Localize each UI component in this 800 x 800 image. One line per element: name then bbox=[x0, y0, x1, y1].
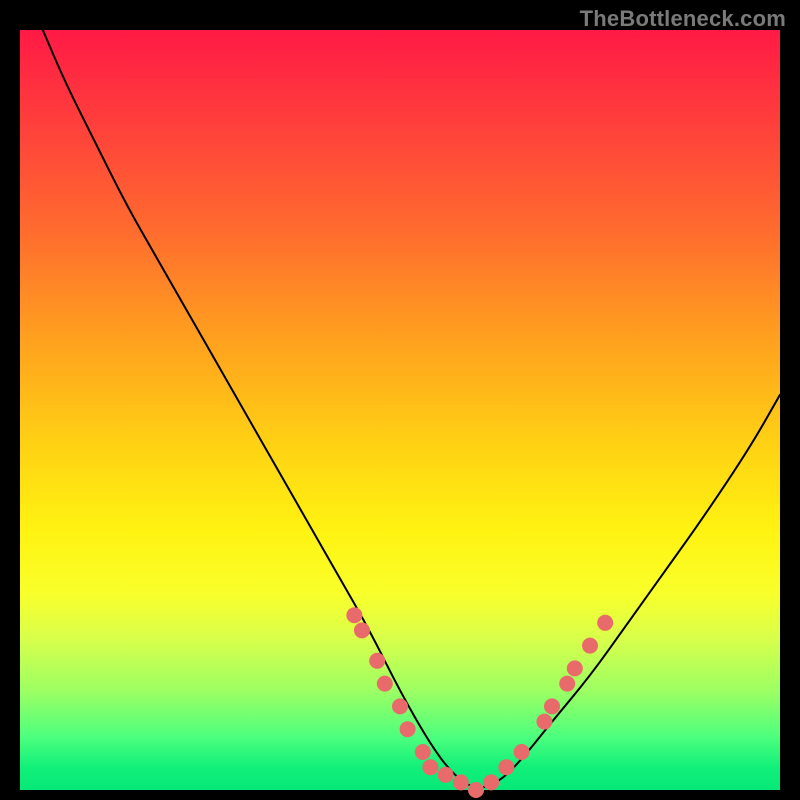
cluster-dot bbox=[346, 607, 362, 623]
cluster-dot bbox=[559, 676, 575, 692]
cluster-dot bbox=[392, 698, 408, 714]
cluster-dot bbox=[438, 767, 454, 783]
chart-frame: TheBottleneck.com bbox=[0, 0, 800, 800]
cluster-dot bbox=[354, 622, 370, 638]
cluster-dot bbox=[400, 721, 416, 737]
cluster-dot bbox=[468, 782, 484, 798]
cluster-dot bbox=[415, 744, 431, 760]
curve-svg bbox=[20, 30, 780, 790]
cluster-dot bbox=[377, 676, 393, 692]
watermark-text: TheBottleneck.com bbox=[580, 6, 786, 32]
bottleneck-curve bbox=[43, 30, 780, 787]
cluster-dot bbox=[453, 774, 469, 790]
dot-cluster bbox=[346, 607, 613, 798]
cluster-dot bbox=[567, 660, 583, 676]
cluster-dot bbox=[536, 714, 552, 730]
plot-area bbox=[20, 30, 780, 790]
cluster-dot bbox=[498, 759, 514, 775]
cluster-dot bbox=[582, 638, 598, 654]
cluster-dot bbox=[514, 744, 530, 760]
cluster-dot bbox=[597, 615, 613, 631]
cluster-dot bbox=[483, 774, 499, 790]
cluster-dot bbox=[544, 698, 560, 714]
cluster-dot bbox=[422, 759, 438, 775]
cluster-dot bbox=[369, 653, 385, 669]
